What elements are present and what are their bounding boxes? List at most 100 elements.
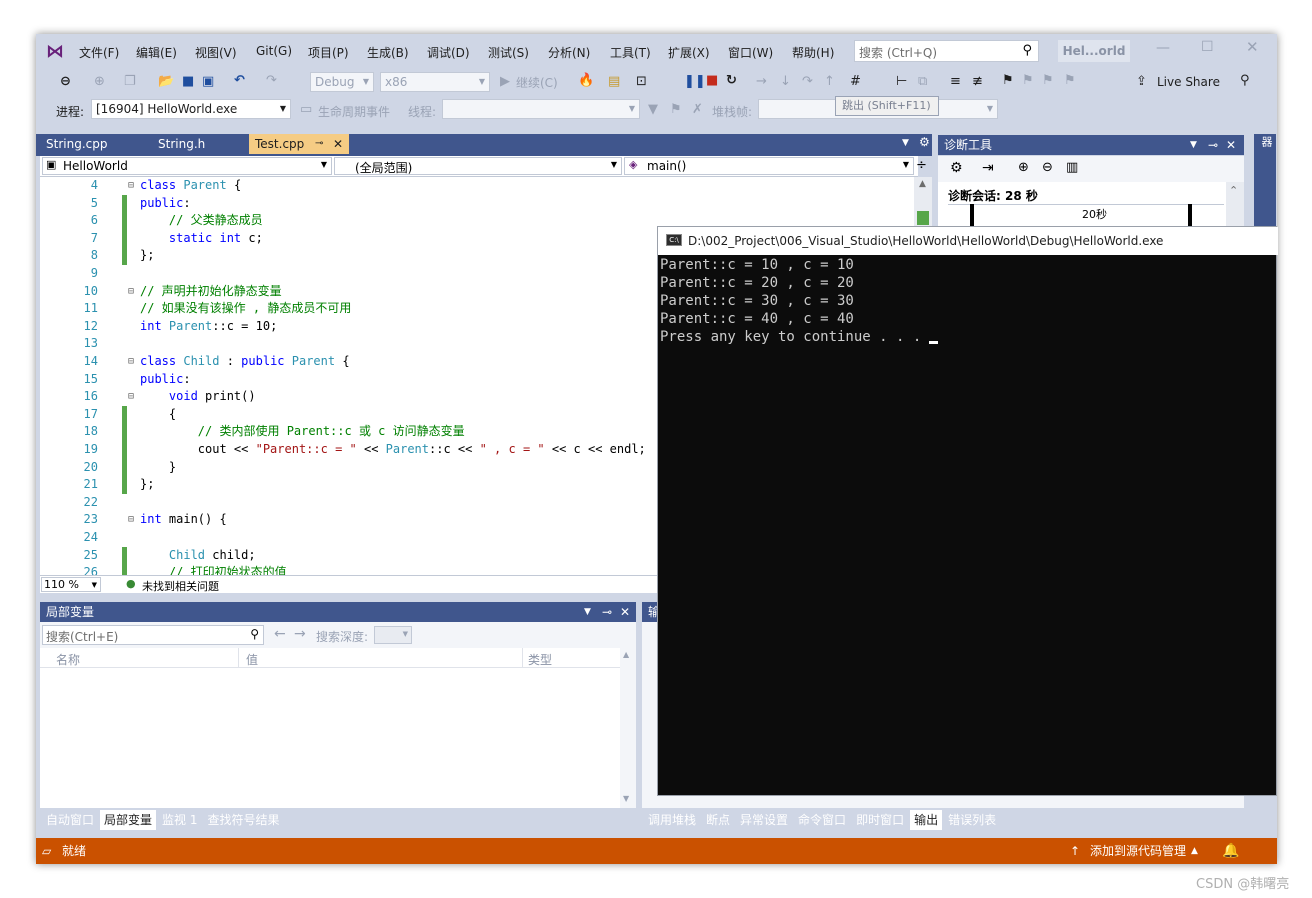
column-divider[interactable] xyxy=(522,648,523,668)
restart-icon[interactable]: ↻ xyxy=(726,73,737,89)
notification-icon[interactable]: 🔔 xyxy=(1222,838,1239,864)
maximize-icon[interactable]: ☐ xyxy=(1201,39,1214,55)
undo-icon[interactable]: ↶ xyxy=(234,73,245,89)
tab-string-cpp[interactable]: String.cpp xyxy=(40,134,152,154)
menu-project[interactable]: 项目(P) xyxy=(308,44,349,61)
menu-view[interactable]: 视图(V) xyxy=(195,44,237,61)
settings-icon[interactable]: ⚙ xyxy=(950,160,963,176)
vs-logo-icon[interactable]: ⋈ xyxy=(46,41,64,62)
bottom-tab[interactable]: 自动窗口 xyxy=(42,810,98,830)
bottom-tab[interactable]: 命令窗口 xyxy=(794,810,850,830)
scroll-up-icon[interactable]: ▲ xyxy=(623,650,629,659)
pin-icon[interactable]: ⊸ xyxy=(1208,135,1218,155)
bottom-tab[interactable]: 异常设置 xyxy=(736,810,792,830)
console-titlebar[interactable]: C:\ D:\002_Project\006_Visual_Studio\Hel… xyxy=(658,227,1278,255)
forward-arrow-icon[interactable]: → xyxy=(294,626,306,642)
solution-explorer-tab[interactable]: 解决方案资源管理器 xyxy=(1258,136,1277,234)
hide-threads-icon[interactable]: ✗ xyxy=(692,102,703,118)
flag-thread-icon[interactable]: ⚑ xyxy=(670,102,682,118)
collapse-toggle-icon[interactable]: ⊟ xyxy=(128,283,134,301)
bottom-tab[interactable]: 局部变量 xyxy=(100,810,157,830)
gear-icon[interactable]: ⚙ xyxy=(919,135,930,149)
locals-scrollbar[interactable]: ▲ ▼ xyxy=(620,648,636,808)
copy-icon[interactable]: ⧉ xyxy=(918,74,927,90)
column-divider[interactable] xyxy=(238,648,239,668)
stop-icon[interactable]: ■ xyxy=(706,73,718,89)
show-next-statement-icon[interactable]: → xyxy=(756,74,767,90)
menu-help[interactable]: 帮助(H) xyxy=(792,44,834,61)
zoom-in-icon[interactable]: ⊕ xyxy=(1018,160,1029,175)
menu-git[interactable]: Git(G) xyxy=(256,44,292,58)
column-type[interactable]: 类型 xyxy=(528,651,552,668)
bottom-tab[interactable]: 即时窗口 xyxy=(852,810,908,830)
new-item-icon[interactable]: ❐ xyxy=(124,74,136,90)
continue-icon[interactable]: ▶ xyxy=(500,74,510,90)
pin-icon[interactable]: ⊸ xyxy=(602,602,612,622)
next-bookmark-icon[interactable]: ⚑ xyxy=(1042,73,1054,89)
scope-dropdown[interactable]: (全局范围) ▼ xyxy=(334,157,622,175)
menu-file[interactable]: 文件(F) xyxy=(79,44,119,61)
bottom-tab[interactable]: 监视 1 xyxy=(158,810,201,830)
prev-bookmark-icon[interactable]: ⚑ xyxy=(1022,73,1034,89)
tab-test-cpp[interactable]: Test.cpp ⊸ ✕ xyxy=(249,134,349,154)
menu-debug[interactable]: 调试(D) xyxy=(427,44,470,61)
step-into-icon[interactable]: ↓ xyxy=(780,74,791,90)
open-file-icon[interactable]: 📂 xyxy=(158,74,174,90)
chart-icon[interactable]: ▥ xyxy=(1066,160,1078,175)
split-editor-icon[interactable]: ÷ xyxy=(916,158,927,173)
menu-tools[interactable]: 工具(T) xyxy=(610,44,651,61)
close-icon[interactable]: ✕ xyxy=(1226,135,1236,155)
zoom-out-icon[interactable]: ⊖ xyxy=(1042,160,1053,175)
search-icon[interactable]: ⚲ xyxy=(250,627,259,641)
breakpoint-layout-icon[interactable]: ⊢ xyxy=(896,74,907,90)
solution-explorer-strip[interactable]: 解决方案资源管理器 xyxy=(1254,134,1277,234)
menu-extensions[interactable]: 扩展(X) xyxy=(668,44,710,61)
menu-analyze[interactable]: 分析(N) xyxy=(548,44,590,61)
collapse-toggle-icon[interactable]: ⊟ xyxy=(128,511,134,529)
bookmark-icon[interactable]: ⚑ xyxy=(1002,73,1014,89)
source-control-button[interactable]: 添加到源代码管理 xyxy=(1090,838,1186,864)
minimize-icon[interactable]: — xyxy=(1156,40,1170,56)
save-icon[interactable]: ■ xyxy=(182,74,194,90)
code-line[interactable]: 4 ⊟ class Parent { xyxy=(40,177,918,195)
pause-icon[interactable]: ❚❚ xyxy=(684,74,706,90)
tab-string-h[interactable]: String.h xyxy=(152,134,248,154)
back-arrow-icon[interactable]: ← xyxy=(274,626,286,642)
comment-icon[interactable]: ≡ xyxy=(950,74,961,90)
screenshot-icon[interactable]: ⊡ xyxy=(636,74,647,90)
code-line[interactable]: 5 public: xyxy=(40,195,918,213)
zoom-dropdown[interactable]: 110 % ▼ xyxy=(41,577,101,592)
lifecycle-icon[interactable]: ▭ xyxy=(300,102,312,118)
menu-edit[interactable]: 编辑(E) xyxy=(136,44,177,61)
platform-dropdown[interactable]: x86 ▼ xyxy=(380,72,490,92)
bottom-tab[interactable]: 输出 xyxy=(910,810,943,830)
scroll-up-icon[interactable]: ▲ xyxy=(919,179,926,189)
hot-reload-icon[interactable]: 🔥 xyxy=(578,73,594,89)
close-icon[interactable]: ✕ xyxy=(620,602,630,622)
back-icon[interactable]: ⊖ xyxy=(60,74,71,90)
bottom-tab[interactable]: 查找符号结果 xyxy=(203,810,283,830)
redo-icon[interactable]: ↷ xyxy=(266,73,277,89)
search-depth-dropdown[interactable]: ▼ xyxy=(374,626,412,644)
close-tab-icon[interactable]: ✕ xyxy=(333,134,343,154)
export-icon[interactable]: ⇥ xyxy=(982,160,994,176)
save-all-icon[interactable]: ▣ xyxy=(202,74,214,90)
menu-test[interactable]: 测试(S) xyxy=(488,44,529,61)
attach-icon[interactable]: ▤ xyxy=(608,74,620,90)
collapse-toggle-icon[interactable]: ⊟ xyxy=(128,177,134,195)
bottom-tab[interactable]: 断点 xyxy=(702,810,734,830)
clear-bookmark-icon[interactable]: ⚑ xyxy=(1064,73,1076,89)
bottom-tab[interactable]: 错误列表 xyxy=(944,810,1000,830)
scroll-up-icon[interactable]: ⌃ xyxy=(1229,184,1238,197)
chevron-down-icon[interactable]: ▼ xyxy=(584,602,591,622)
chevron-down-icon[interactable]: ▼ xyxy=(1190,135,1197,155)
step-out-icon[interactable]: ↑ xyxy=(824,74,835,90)
continue-button[interactable]: 继续(C) xyxy=(516,74,558,91)
menu-window[interactable]: 窗口(W) xyxy=(728,44,773,61)
collapse-toggle-icon[interactable]: ⊟ xyxy=(128,388,134,406)
menu-build[interactable]: 生成(B) xyxy=(367,44,409,61)
issues-status[interactable]: 未找到相关问题 xyxy=(142,578,219,594)
column-name[interactable]: 名称 xyxy=(56,651,80,668)
console-window[interactable]: C:\ D:\002_Project\006_Visual_Studio\Hel… xyxy=(657,226,1278,796)
locals-search-input[interactable]: 搜索(Ctrl+E) ⚲ xyxy=(42,625,264,645)
